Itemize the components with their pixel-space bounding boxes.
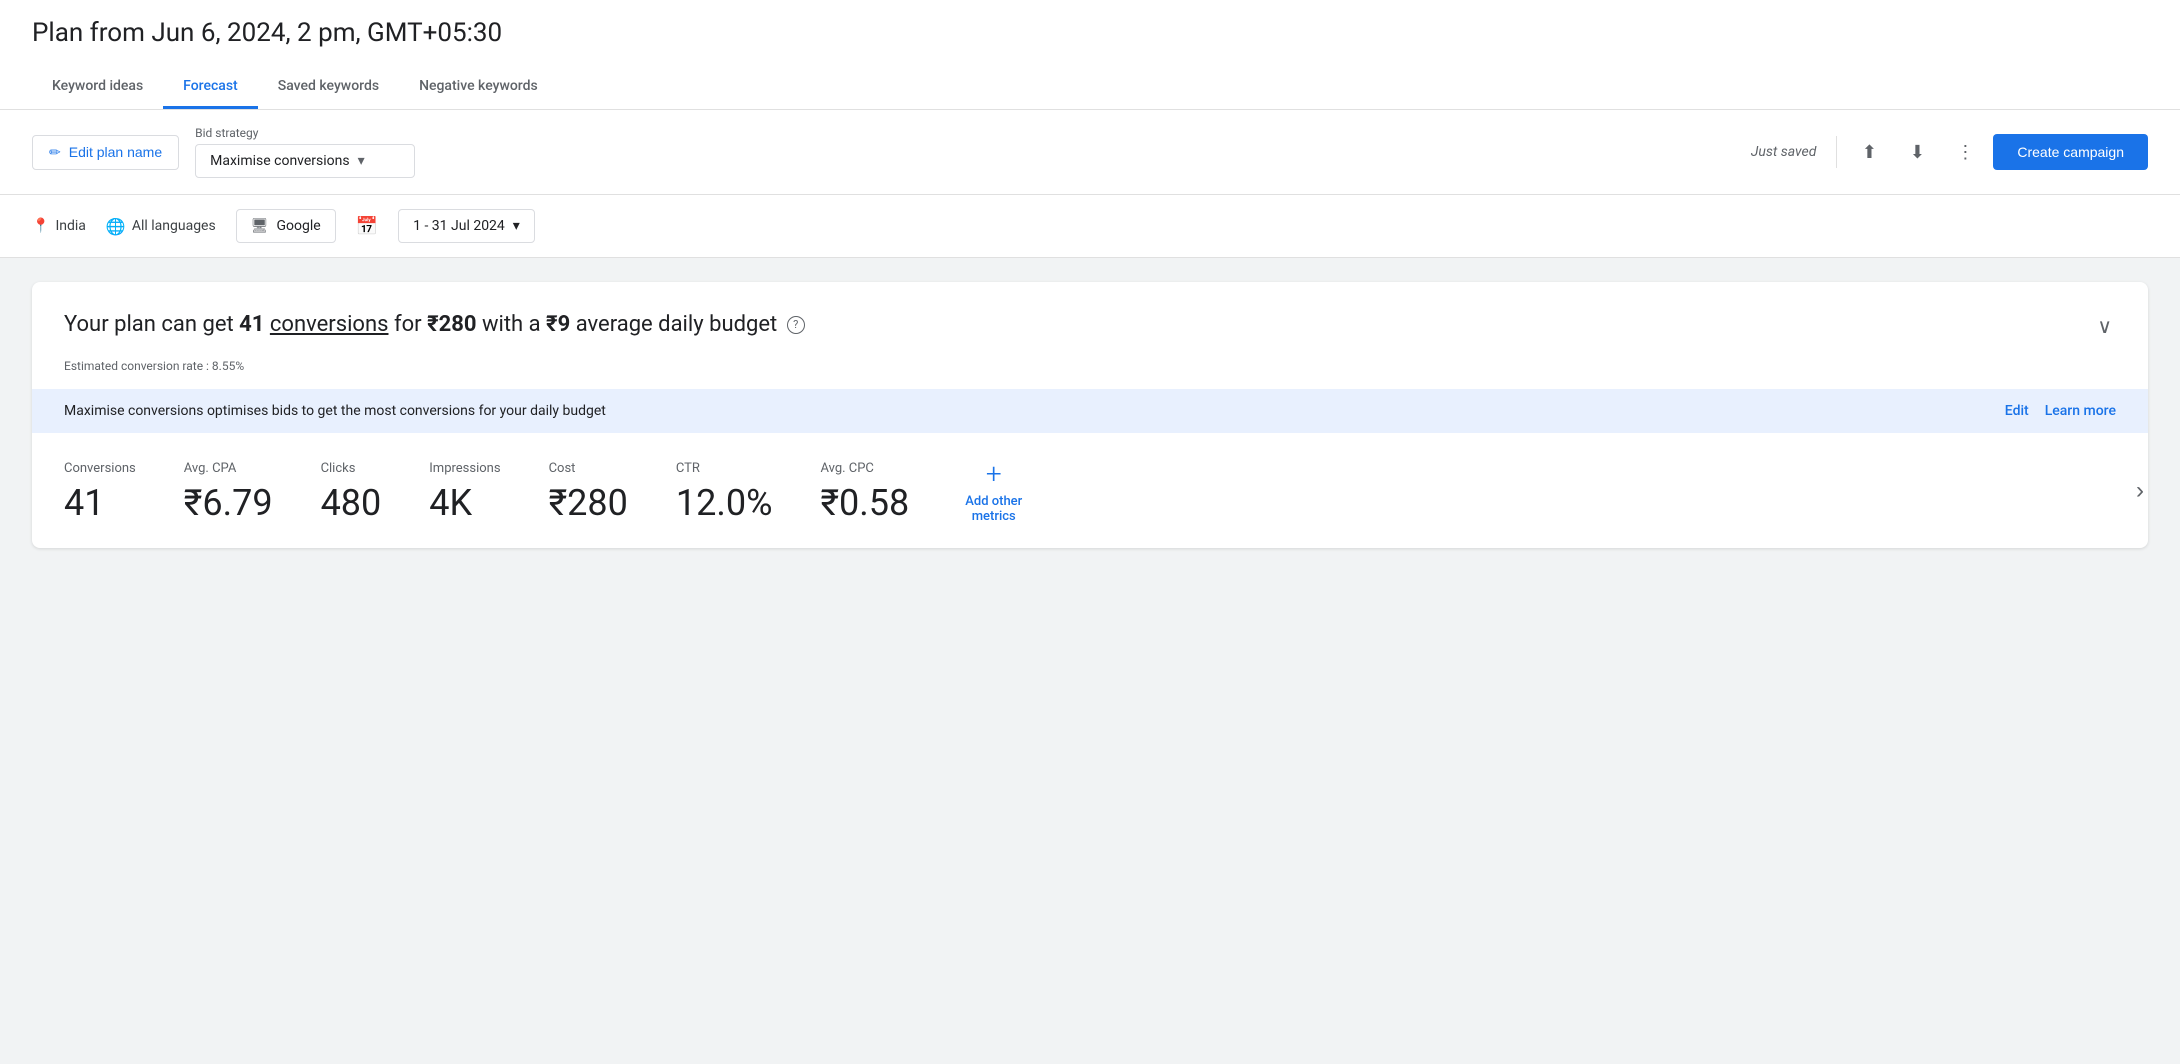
metric-avg-cpa: Avg. CPA ₹6.79 <box>184 461 273 524</box>
metrics-row: Conversions 41 Avg. CPA ₹6.79 Clicks 480… <box>32 433 2148 548</box>
summary-daily-budget: ₹9 <box>546 312 570 337</box>
metric-conversions-label: Conversions <box>64 461 136 476</box>
download-icon: ⬇ <box>1910 142 1925 163</box>
tab-keyword-ideas[interactable]: Keyword ideas <box>32 66 163 109</box>
metric-conversions-value: 41 <box>64 482 136 524</box>
metric-clicks: Clicks 480 <box>321 461 382 524</box>
summary-conversions-label: conversions <box>270 312 389 337</box>
language-value: All languages <box>132 218 216 234</box>
tab-saved-keywords[interactable]: Saved keywords <box>258 66 399 109</box>
more-options-button[interactable]: ⋮ <box>1945 132 1985 172</box>
bid-strategy-select[interactable]: Maximise conversions ▾ <box>195 144 415 178</box>
metric-avg-cpc-value: ₹0.58 <box>820 482 909 524</box>
share-button[interactable]: ⬆ <box>1849 132 1889 172</box>
metric-ctr-label: CTR <box>676 461 773 476</box>
bid-strategy-group: Bid strategy Maximise conversions ▾ <box>195 126 415 178</box>
location-filter: 📍 India <box>32 218 86 234</box>
calendar-icon: 📅 <box>356 216 378 237</box>
download-button[interactable]: ⬇ <box>1897 132 1937 172</box>
edit-plan-label: Edit plan name <box>69 144 162 160</box>
language-icon: 🌐 <box>106 217 126 236</box>
metric-avg-cpa-value: ₹6.79 <box>184 482 273 524</box>
info-banner-text: Maximise conversions optimises bids to g… <box>64 403 606 419</box>
summary-prefix: Your plan can get <box>64 312 234 337</box>
metric-impressions-label: Impressions <box>429 461 500 476</box>
pencil-icon: ✏ <box>49 144 61 161</box>
metric-cost: Cost ₹280 <box>549 461 628 524</box>
summary-with-text: with a <box>482 312 546 337</box>
tab-forecast[interactable]: Forecast <box>163 66 258 109</box>
create-campaign-button[interactable]: Create campaign <box>1993 134 2148 170</box>
add-metrics-button[interactable]: + Add other metrics <box>957 457 1030 524</box>
location-value: India <box>55 218 85 234</box>
edit-plan-button[interactable]: ✏ Edit plan name <box>32 135 179 170</box>
language-filter: 🌐 All languages <box>106 217 216 236</box>
info-banner: Maximise conversions optimises bids to g… <box>32 389 2148 433</box>
metrics-section: Conversions 41 Avg. CPA ₹6.79 Clicks 480… <box>32 433 1062 548</box>
edit-link[interactable]: Edit <box>2005 403 2029 419</box>
chevron-down-icon: ▾ <box>358 153 365 169</box>
date-chevron-icon: ▾ <box>513 218 520 234</box>
summary-cost: ₹280 <box>427 312 476 337</box>
network-value: Google <box>276 218 320 234</box>
metric-clicks-value: 480 <box>321 482 382 524</box>
plan-summary-card: Your plan can get 41 conversions for ₹28… <box>32 282 2148 548</box>
date-range-value: 1 - 31 Jul 2024 <box>413 218 505 234</box>
toolbar-actions: ⬆ ⬇ ⋮ Create campaign <box>1832 132 2148 172</box>
metric-cost-value: ₹280 <box>549 482 628 524</box>
share-icon: ⬆ <box>1862 142 1877 163</box>
metric-avg-cpc: Avg. CPC ₹0.58 <box>820 461 909 524</box>
metric-avg-cpa-label: Avg. CPA <box>184 461 273 476</box>
plan-summary-text: Your plan can get 41 conversions for ₹28… <box>64 310 805 341</box>
learn-more-link[interactable]: Learn more <box>2045 403 2116 419</box>
location-icon: 📍 <box>32 218 49 234</box>
plan-summary-title: Your plan can get 41 conversions for ₹28… <box>64 310 805 341</box>
chevron-down-icon: ∨ <box>2097 316 2112 338</box>
collapse-button[interactable]: ∨ <box>2093 310 2116 343</box>
plan-title: Plan from Jun 6, 2024, 2 pm, GMT+05:30 <box>32 18 2148 48</box>
metric-avg-cpc-label: Avg. CPC <box>820 461 909 476</box>
info-banner-actions: Edit Learn more <box>2005 403 2116 419</box>
summary-suffix: average daily budget <box>576 312 778 337</box>
metric-clicks-label: Clicks <box>321 461 382 476</box>
filter-section: 📍 India 🌐 All languages 🖥 Google 📅 1 - 3… <box>0 195 2180 258</box>
conversion-rate-text: Estimated conversion rate : 8.55% <box>32 359 2148 389</box>
plan-summary-header: Your plan can get 41 conversions for ₹28… <box>32 282 2148 359</box>
network-icon: 🖥 <box>251 218 269 234</box>
metric-conversions: Conversions 41 <box>64 461 136 524</box>
network-filter[interactable]: 🖥 Google <box>236 209 336 243</box>
tab-negative-keywords[interactable]: Negative keywords <box>399 66 558 109</box>
add-metrics-label: Add other metrics <box>965 494 1022 524</box>
toolbar-divider <box>1836 136 1837 168</box>
metric-impressions: Impressions 4K <box>429 461 500 524</box>
chevron-right-icon: › <box>2136 477 2144 504</box>
metric-ctr: CTR 12.0% <box>676 461 773 524</box>
summary-for-text: for <box>394 312 427 337</box>
bid-strategy-value: Maximise conversions <box>210 153 349 169</box>
date-range-filter[interactable]: 1 - 31 Jul 2024 ▾ <box>398 209 535 243</box>
summary-conversions-count: 41 <box>239 312 264 337</box>
toolbar: ✏ Edit plan name Bid strategy Maximise c… <box>0 110 2180 195</box>
help-icon[interactable]: ? <box>787 316 805 334</box>
main-content: Your plan can get 41 conversions for ₹28… <box>0 258 2180 572</box>
more-icon: ⋮ <box>1956 142 1974 163</box>
tabs-nav: Keyword ideas Forecast Saved keywords Ne… <box>32 66 2148 109</box>
metric-ctr-value: 12.0% <box>676 482 773 524</box>
metric-impressions-value: 4K <box>429 482 500 524</box>
bid-strategy-label: Bid strategy <box>195 126 415 140</box>
metric-cost-label: Cost <box>549 461 628 476</box>
add-metrics-plus-icon: + <box>986 457 1002 490</box>
metrics-next-button[interactable]: › <box>2132 473 2148 509</box>
just-saved-text: Just saved <box>1751 144 1817 160</box>
